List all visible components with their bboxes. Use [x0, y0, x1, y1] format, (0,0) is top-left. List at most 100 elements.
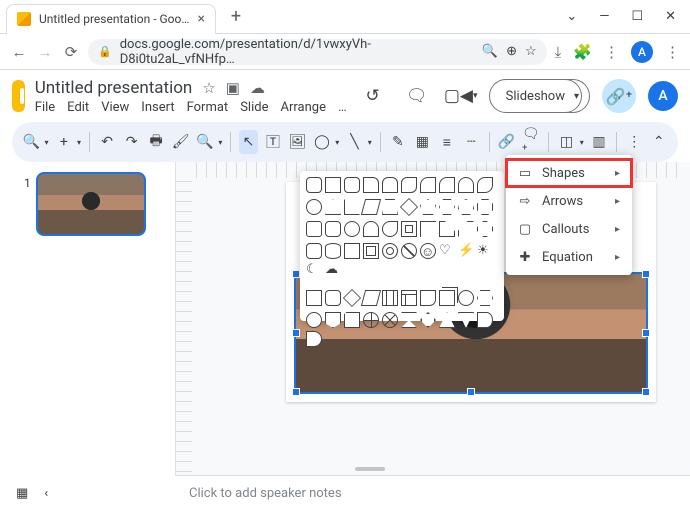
undo-icon[interactable]: ↶	[98, 130, 117, 154]
close-tab-icon[interactable]: ×	[198, 11, 205, 27]
overflow-icon[interactable]: ⋮	[604, 43, 619, 61]
shape-flow-sort[interactable]	[420, 312, 436, 328]
more-tools-icon[interactable]: ⋮	[625, 130, 644, 154]
shape-flow-connector[interactable]	[306, 312, 322, 328]
move-doc-icon[interactable]: ▣	[226, 79, 240, 97]
shape-plaque[interactable]	[306, 243, 322, 259]
mask-icon[interactable]: ▥	[590, 130, 609, 154]
shape-flow-predef[interactable]	[382, 290, 398, 306]
shape-rect[interactable]	[325, 177, 341, 193]
star-doc-icon[interactable]: ☆	[202, 79, 215, 97]
shape-flow-multidoc[interactable]	[439, 290, 455, 306]
menu-more[interactable]: …	[338, 100, 347, 115]
close-window-icon[interactable]: ✕	[665, 9, 676, 24]
shape-cloud[interactable]: ☁	[325, 262, 341, 278]
shape-sun[interactable]: ☀	[477, 243, 493, 259]
shape-flow-merge[interactable]	[458, 312, 474, 328]
redo-icon[interactable]: ↷	[122, 130, 141, 154]
shape-flow-extract[interactable]	[439, 312, 455, 328]
install-icon[interactable]: ⤓	[555, 43, 562, 61]
shape-diamond[interactable]	[400, 198, 418, 216]
select-tool-icon[interactable]: ↖	[239, 130, 258, 154]
resize-handle[interactable]	[292, 329, 300, 337]
shape-flow-delay[interactable]	[306, 331, 322, 347]
shape-flow-collate[interactable]	[401, 312, 417, 328]
meet-icon[interactable]: ▢◀▾	[445, 80, 477, 112]
image-icon[interactable]: 🖼	[288, 130, 307, 154]
zoom-tool-icon[interactable]: 🔍	[196, 130, 215, 154]
shape-flow-decision[interactable]	[343, 289, 361, 307]
shape-snip2[interactable]	[382, 177, 398, 193]
shape-l[interactable]	[439, 221, 455, 237]
extensions-icon[interactable]: 🧩	[573, 43, 592, 61]
link-icon[interactable]: 🔗	[497, 130, 516, 154]
shape-heart[interactable]: ♡	[439, 243, 455, 259]
shape-rt-triangle[interactable]	[344, 199, 360, 215]
submenu-shapes[interactable]: ▭ Shapes ▸	[506, 159, 632, 187]
shape-parallelogram[interactable]	[361, 199, 381, 215]
add-comment-icon[interactable]: 🗨⁺	[522, 130, 541, 154]
shape-round1[interactable]	[439, 177, 455, 193]
shape-round-diag[interactable]	[477, 177, 493, 193]
star-icon[interactable]: ☆	[525, 44, 537, 59]
maximize-icon[interactable]: ☐	[631, 9, 643, 24]
resize-handle[interactable]	[642, 270, 650, 278]
new-slide-icon[interactable]: +	[55, 130, 74, 154]
resize-handle[interactable]	[292, 270, 300, 278]
resize-handle[interactable]	[642, 329, 650, 337]
speaker-notes[interactable]: Click to add speaker notes	[175, 475, 690, 511]
menu-edit[interactable]: Edit	[67, 100, 89, 115]
shape-flow-data[interactable]	[361, 290, 381, 306]
shape-flow-card[interactable]	[344, 312, 360, 328]
chevron-down-icon[interactable]: ⌄	[566, 9, 577, 24]
shape-can[interactable]	[325, 243, 341, 259]
shape-flow-stored[interactable]	[477, 312, 493, 328]
zoom-icon[interactable]: 🔍	[482, 44, 498, 59]
menu-file[interactable]: File	[35, 100, 55, 115]
shape-cube[interactable]	[344, 243, 360, 259]
slideshow-dropdown[interactable]: ▾	[564, 79, 590, 113]
shape-moon[interactable]: ☾	[306, 262, 322, 278]
paint-format-icon[interactable]: 🖌	[171, 130, 190, 154]
shape-teardrop[interactable]	[382, 221, 398, 237]
grid-view-icon[interactable]: ▦	[16, 486, 28, 501]
back-button[interactable]: ←	[10, 43, 28, 61]
border-weight-icon[interactable]: ≡	[438, 130, 457, 154]
shape-dodecagon[interactable]	[325, 221, 341, 237]
shape-frame[interactable]	[401, 221, 417, 237]
shape-no-symbol[interactable]	[401, 243, 417, 259]
submenu-arrows[interactable]: ⇨ Arrows ▸	[506, 187, 632, 215]
new-tab-button[interactable]: +	[222, 3, 250, 31]
print-icon[interactable]: 🖶	[147, 130, 166, 154]
slide-thumbnail[interactable]	[36, 172, 146, 236]
shape-snip-round[interactable]	[420, 177, 436, 193]
shape-donut[interactable]	[382, 243, 398, 259]
shape-flow-alt[interactable]	[325, 290, 341, 306]
submenu-equation[interactable]: ✚ Equation ▸	[506, 243, 632, 271]
shape-flow-prep[interactable]	[477, 290, 493, 306]
shape-octagon[interactable]	[477, 199, 493, 215]
url-field[interactable]: 🔒 docs.google.com/presentation/d/1vwxyVh…	[88, 39, 547, 65]
shape-flow-or[interactable]	[363, 312, 379, 328]
shape-decagon[interactable]	[306, 221, 322, 237]
line-icon[interactable]: ╲	[345, 130, 364, 154]
shape-rounded-rect[interactable]	[306, 177, 322, 193]
search-menus-icon[interactable]: 🔍	[22, 130, 41, 154]
menu-view[interactable]: View	[101, 100, 129, 115]
menu-format[interactable]: Format	[187, 100, 229, 115]
shape-smiley[interactable]: ☺	[420, 243, 436, 259]
shape-flow-offpage[interactable]	[325, 312, 341, 328]
cloud-status-icon[interactable]: ☁	[250, 79, 265, 97]
shape-pie[interactable]	[344, 221, 360, 237]
shape-snip[interactable]	[363, 177, 379, 193]
resize-handle[interactable]	[292, 388, 300, 396]
share-button[interactable]: 🔗⁺	[602, 79, 636, 113]
textbox-icon[interactable]: 🅃	[264, 130, 283, 154]
translate-icon[interactable]: ⊕	[506, 44, 517, 59]
shape-hexagon[interactable]	[439, 199, 455, 215]
shape-bevel[interactable]	[363, 243, 379, 259]
shapes-gallery[interactable]: ☺ ♡ ⚡ ☀ ☾ ☁	[300, 171, 504, 321]
menu-insert[interactable]: Insert	[141, 100, 174, 115]
account-avatar[interactable]: A	[648, 81, 678, 111]
forward-button[interactable]: →	[36, 43, 54, 61]
